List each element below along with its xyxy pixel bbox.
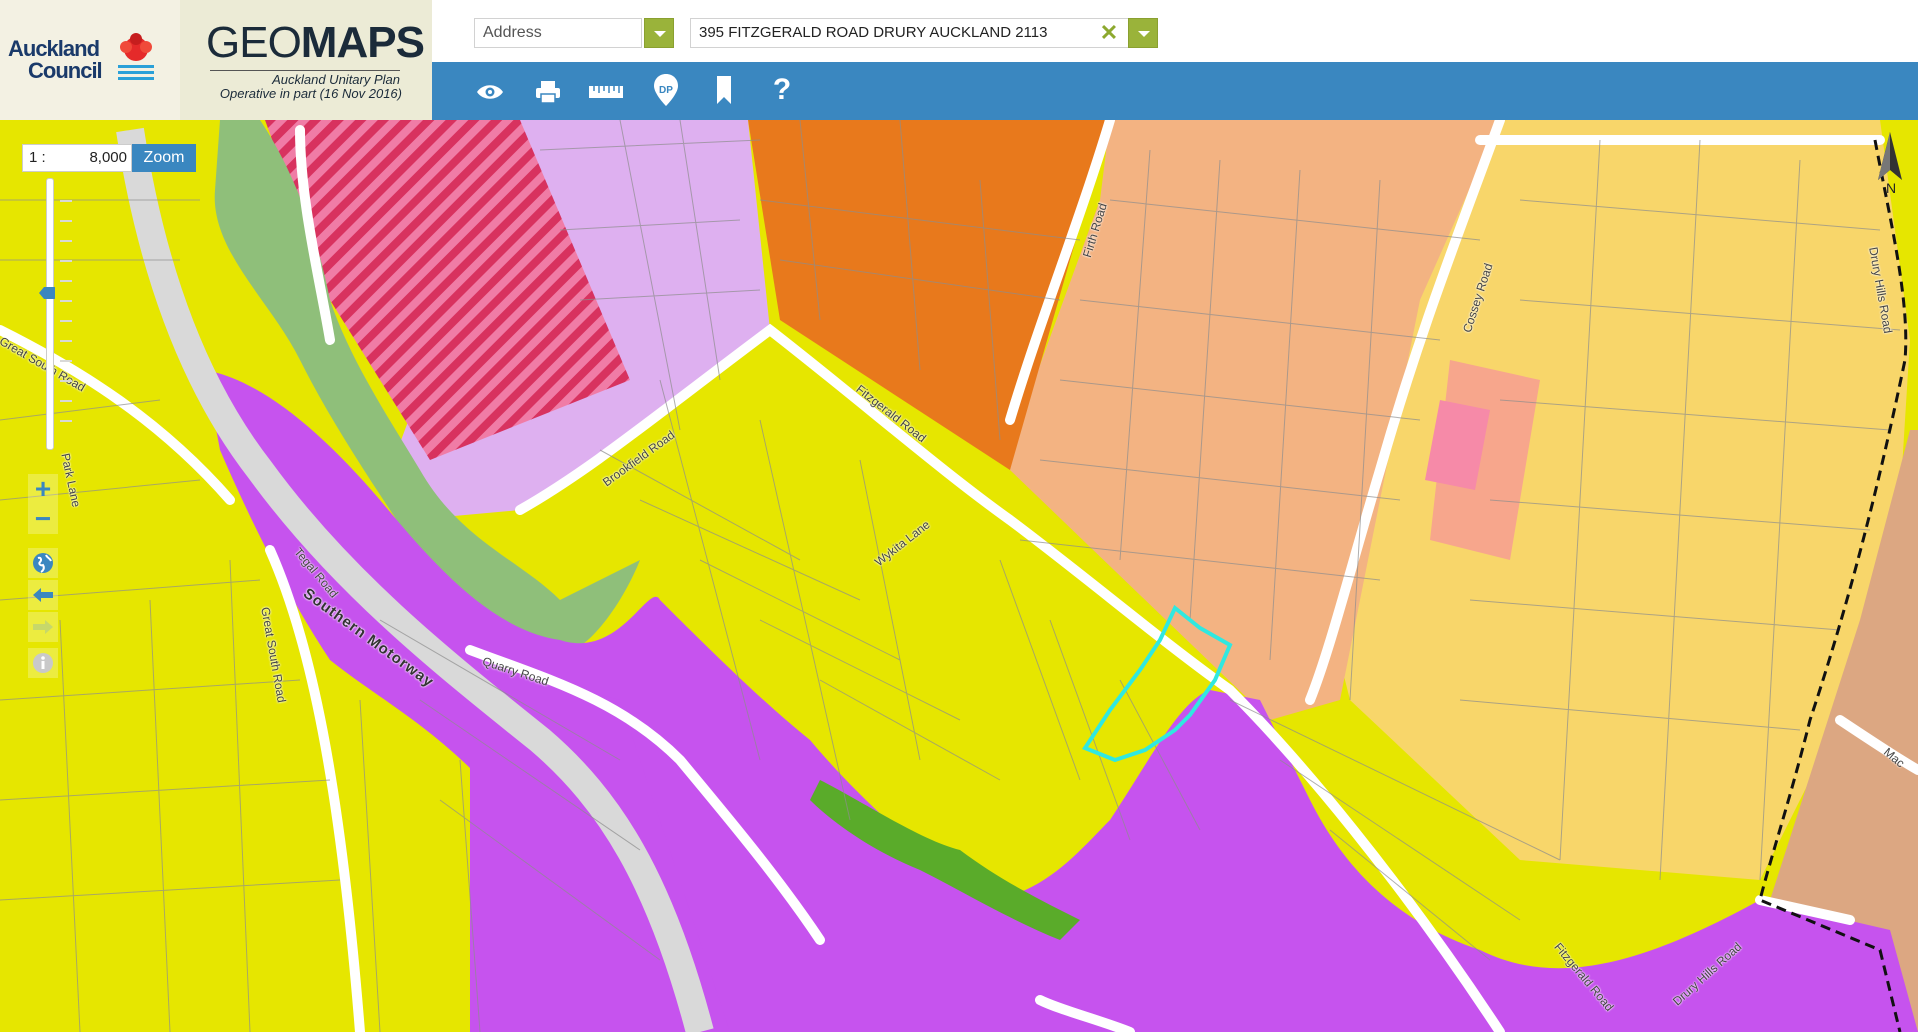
- zoom-to-scale-button[interactable]: Zoom: [132, 144, 196, 172]
- slider-tick: [60, 320, 72, 322]
- zoom-in-button[interactable]: +: [28, 474, 58, 504]
- slider-tick: [60, 260, 72, 262]
- slider-tick: [60, 280, 72, 282]
- ruler-icon: [589, 86, 623, 98]
- map-toolbar: DP ?: [432, 62, 1918, 120]
- minus-icon: −: [34, 503, 52, 534]
- slider-tick: [60, 420, 72, 422]
- slider-handle-icon: [39, 287, 55, 299]
- north-label: N: [1886, 180, 1897, 196]
- plan-name: Auckland Unitary Plan: [272, 72, 400, 87]
- bookmark-icon: [717, 76, 731, 104]
- search-bar: Address 395 FITZGERALD ROAD DRURY AUCKLA…: [432, 0, 1918, 62]
- zoom-out-button[interactable]: −: [28, 504, 58, 534]
- help-button[interactable]: ?: [762, 70, 802, 110]
- address-dropdown-button[interactable]: [1128, 18, 1158, 48]
- dp-pin-label: DP: [659, 85, 673, 96]
- arrow-left-icon: [33, 588, 53, 602]
- layers-visibility-button[interactable]: [470, 72, 510, 112]
- app-header: Auckland Council GEOMAPS Auckland Unitar…: [0, 0, 1918, 120]
- council-logo-text: Auckland Council: [8, 36, 103, 83]
- print-icon: [536, 81, 560, 104]
- brand-divider: [210, 70, 400, 71]
- slider-tick: [60, 400, 72, 402]
- search-type-select[interactable]: Address: [474, 18, 642, 48]
- scale-input[interactable]: 1 : 8,000: [22, 144, 132, 172]
- eye-icon: [477, 85, 503, 99]
- geomaps-title: GEOMAPS: [206, 18, 425, 68]
- scale-prefix: 1 :: [29, 149, 46, 166]
- previous-extent-button[interactable]: [28, 580, 58, 610]
- slider-tick: [60, 340, 72, 342]
- slider-tick: [60, 300, 72, 302]
- council-line-2: Council: [28, 58, 103, 83]
- geomaps-brand: GEOMAPS Auckland Unitary Plan Operative …: [180, 0, 432, 120]
- full-extent-button[interactable]: [28, 548, 58, 578]
- zoning-map[interactable]: [0, 0, 1918, 1032]
- address-search-input[interactable]: 395 FITZGERALD ROAD DRURY AUCKLAND 2113: [690, 18, 1130, 48]
- slider-tick: [60, 380, 72, 382]
- slider-tick: [60, 360, 72, 362]
- print-button[interactable]: [528, 72, 568, 112]
- next-extent-button[interactable]: [28, 612, 58, 642]
- search-type-dropdown-button[interactable]: [644, 18, 674, 48]
- north-arrow: N: [1870, 130, 1910, 200]
- plus-icon: +: [34, 473, 52, 504]
- council-line-1: Auckland: [8, 36, 100, 61]
- help-icon: ?: [772, 73, 792, 106]
- slider-tick: [60, 200, 72, 202]
- zoom-slider-handle[interactable]: [38, 286, 56, 300]
- dp-marker-button[interactable]: DP: [646, 70, 686, 110]
- geomaps-geo: GEO: [206, 18, 302, 67]
- pohutukawa-logo-icon: [118, 33, 154, 80]
- arrow-right-icon: [33, 620, 53, 634]
- geomaps-maps: MAPS: [300, 18, 425, 67]
- scale-value: 8,000: [89, 149, 127, 166]
- plan-operative-date: Operative in part (16 Nov 2016): [219, 86, 402, 101]
- globe-icon: [33, 553, 53, 573]
- slider-tick: [60, 240, 72, 242]
- identify-button[interactable]: [28, 648, 58, 678]
- measure-button[interactable]: [586, 72, 626, 112]
- info-icon: [33, 653, 53, 673]
- clear-search-icon[interactable]: ✕: [1098, 20, 1120, 46]
- bookmark-button[interactable]: [704, 70, 744, 110]
- slider-tick: [60, 220, 72, 222]
- zoom-slider[interactable]: [46, 178, 54, 450]
